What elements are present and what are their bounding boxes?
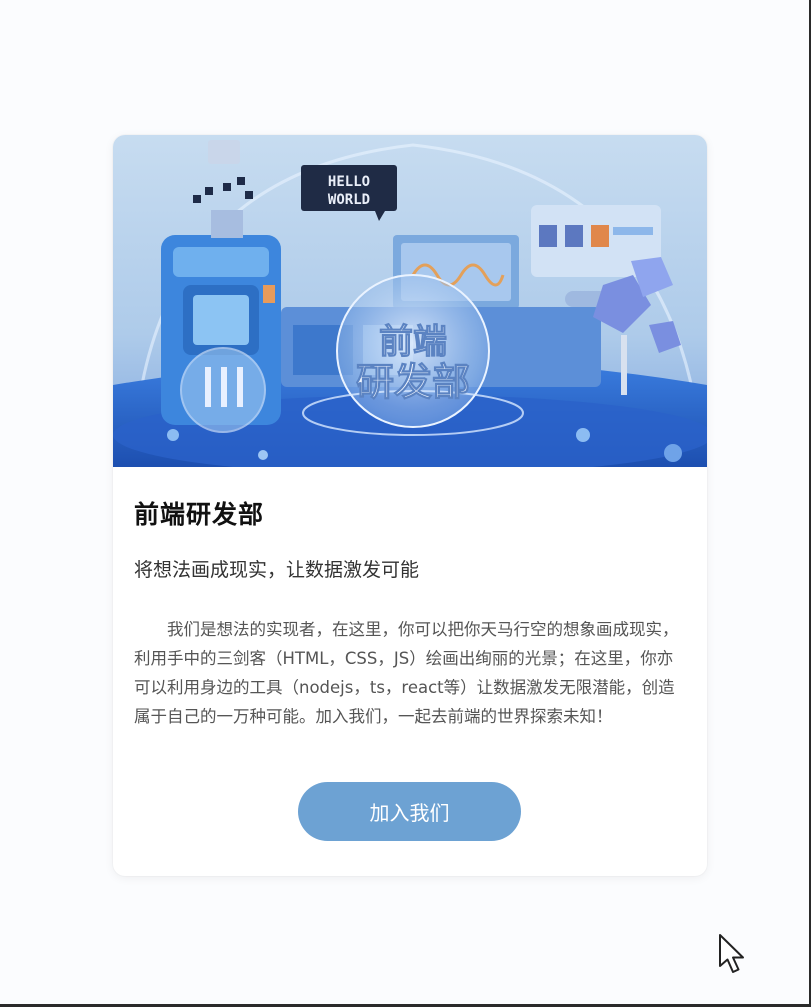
banner-globe-text-2: 研发部 [356, 360, 470, 404]
card-title: 前端研发部 [134, 500, 265, 529]
mouse-pointer-icon [719, 934, 744, 973]
banner-hello-text: HELLO [328, 174, 370, 190]
card-description: 我们是想法的实现者，在这里，你可以把你天马行空的想象画成现实，利用手中的三剑客（… [134, 620, 679, 726]
department-card: HELLO WORLD 前端 研发部 前端研发部 将想法画成现实，让数据激发可能 [113, 135, 707, 876]
banner-globe-text-1: 前端 [379, 322, 447, 362]
banner-illustration: HELLO WORLD 前端 研发部 [113, 135, 707, 467]
join-us-button[interactable]: 加入我们 [298, 782, 521, 841]
banner-world-text: WORLD [328, 192, 370, 208]
card-subtitle: 将想法画成现实，让数据激发可能 [134, 559, 420, 581]
